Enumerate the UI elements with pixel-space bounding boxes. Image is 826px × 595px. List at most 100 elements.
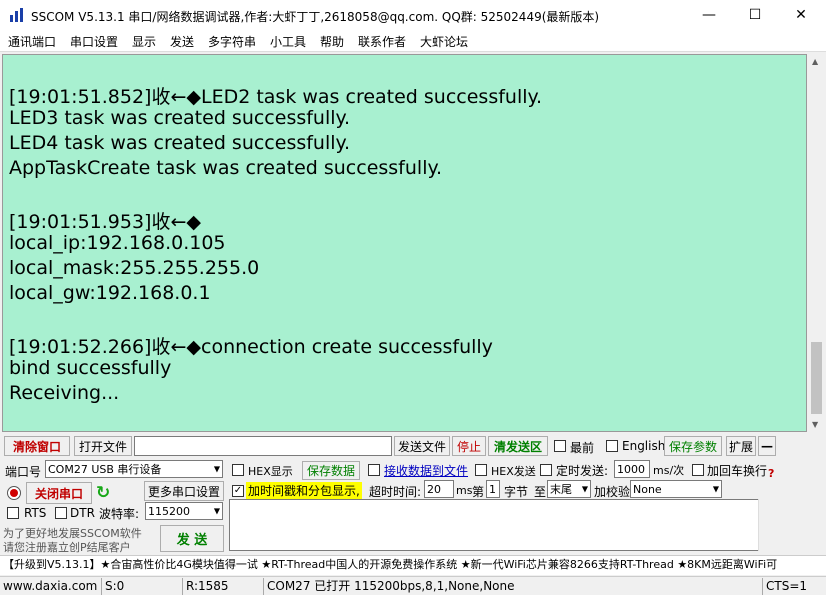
- byte-start-input[interactable]: 1: [486, 480, 500, 498]
- status-bar: www.daxia.com S:0 R:1585 COM27 已打开 11520…: [0, 576, 826, 595]
- scroll-up-icon[interactable]: ▲: [812, 57, 818, 66]
- hex-display-label: HEX显示: [248, 465, 293, 478]
- menu-send[interactable]: 发送: [170, 33, 194, 50]
- send-file-button[interactable]: 发送文件: [394, 436, 450, 456]
- expand-button[interactable]: 扩展: [726, 436, 756, 456]
- english-label: English: [622, 439, 666, 453]
- stop-button[interactable]: 停止: [452, 436, 486, 456]
- checksum-label: 加校验: [594, 485, 631, 499]
- receive-line: LED4 task was created successfully.: [9, 132, 351, 154]
- receive-line: [19:01:51.852]收←◆LED2 task was created s…: [9, 86, 543, 108]
- save-data-button[interactable]: 保存数据: [302, 461, 360, 480]
- send-button[interactable]: 发 送: [160, 525, 224, 552]
- close-button[interactable]: ✕: [778, 0, 824, 30]
- receive-line: local_ip:192.168.0.105: [9, 232, 226, 254]
- menu-tools[interactable]: 小工具: [270, 33, 306, 50]
- byte-end-value: 末尾: [550, 483, 572, 496]
- timeout-input[interactable]: 20: [424, 480, 454, 498]
- status-received-count: R:1585: [182, 578, 262, 595]
- rts-label: RTS: [24, 506, 47, 520]
- port-status-icon: [7, 486, 21, 500]
- scroll-down-icon[interactable]: ▼: [812, 420, 818, 429]
- chevron-down-icon: ▼: [581, 484, 588, 494]
- chevron-down-icon: ▼: [213, 464, 220, 474]
- menu-comm-port[interactable]: 通讯端口: [8, 33, 56, 50]
- timed-send-label: 定时发送:: [556, 464, 609, 478]
- interval-unit-label: ms/次: [653, 464, 685, 477]
- add-crlf-label: 加回车换行: [707, 464, 768, 478]
- receive-line: AppTaskCreate task was created successfu…: [9, 157, 443, 179]
- byte-end-select[interactable]: 末尾 ▼: [547, 480, 591, 498]
- receive-line: LED3 task was created successfully.: [9, 107, 351, 129]
- timestamp-checkbox[interactable]: ✓: [232, 485, 244, 497]
- topmost-label: 最前: [570, 441, 595, 455]
- rts-checkbox[interactable]: [7, 507, 19, 519]
- receive-line: [19:01:51.953]收←◆: [9, 211, 201, 233]
- receive-line: Receiving...: [9, 382, 120, 404]
- recv-to-file-label[interactable]: 接收数据到文件: [384, 462, 468, 479]
- receive-line: local_mask:255.255.255.0: [9, 257, 260, 279]
- recv-to-file-checkbox[interactable]: [368, 464, 380, 476]
- topmost-checkbox[interactable]: [554, 440, 566, 452]
- port-select-value: COM27 USB 串行设备: [48, 463, 162, 476]
- receive-line: [19:01:52.266]收←◆connection create succe…: [9, 336, 493, 358]
- timestamp-label: 加时间戳和分包显示,: [246, 482, 362, 499]
- menu-bar: 通讯端口 串口设置 显示 发送 多字符串 小工具 帮助 联系作者 大虾论坛: [0, 30, 826, 52]
- receive-scrollbar[interactable]: ▲ ▼: [808, 54, 825, 432]
- timed-send-checkbox[interactable]: [540, 464, 552, 476]
- title-bar: SSCOM V5.13.1 串口/网络数据调试器,作者:大虾丁丁,2618058…: [0, 0, 826, 30]
- baud-label: 波特率:: [99, 507, 140, 521]
- checksum-select[interactable]: None ▼: [630, 480, 722, 498]
- menu-contact-author[interactable]: 联系作者: [358, 33, 406, 50]
- scroll-thumb[interactable]: [811, 342, 822, 414]
- more-serial-settings-button[interactable]: 更多串口设置: [144, 481, 224, 501]
- menu-display[interactable]: 显示: [132, 33, 156, 50]
- refresh-icon[interactable]: ↻: [96, 483, 110, 503]
- dtr-label: DTR: [70, 506, 95, 520]
- hex-send-checkbox[interactable]: [475, 464, 487, 476]
- clear-window-button[interactable]: 清除窗口: [4, 436, 70, 456]
- menu-multi-string[interactable]: 多字符串: [208, 33, 256, 50]
- baud-select-value: 115200: [148, 504, 190, 518]
- send-input[interactable]: [229, 499, 774, 551]
- byte-prefix-label: 第: [472, 485, 485, 499]
- port-select[interactable]: COM27 USB 串行设备 ▼: [45, 460, 223, 478]
- receive-area[interactable]: [19:01:51.852]收←◆LED2 task was created s…: [2, 54, 807, 432]
- hex-send-label: HEX发送: [491, 465, 536, 478]
- baud-select[interactable]: 115200 ▼: [145, 502, 223, 520]
- timeout-label: 超时时间:: [369, 485, 422, 499]
- open-file-button[interactable]: 打开文件: [74, 436, 132, 456]
- status-cts: CTS=1: [762, 578, 826, 595]
- file-path-input[interactable]: [134, 436, 392, 456]
- menu-serial-settings[interactable]: 串口设置: [70, 33, 118, 50]
- save-params-button[interactable]: 保存参数: [664, 436, 722, 456]
- timeout-unit-label: ms: [456, 484, 473, 497]
- app-icon: [10, 8, 23, 22]
- dtr-checkbox[interactable]: [55, 507, 67, 519]
- english-checkbox[interactable]: [606, 440, 618, 452]
- clear-send-button[interactable]: 清发送区: [488, 436, 548, 456]
- status-port-info: COM27 已打开 115200bps,8,1,None,None: [263, 578, 761, 595]
- checksum-value: None: [633, 482, 662, 496]
- receive-line: bind successfully: [9, 357, 172, 379]
- chevron-down-icon: ▼: [712, 484, 719, 494]
- send-scrollbar[interactable]: [758, 499, 774, 551]
- interval-input[interactable]: 1000: [614, 460, 650, 478]
- hex-display-checkbox[interactable]: [232, 464, 244, 476]
- add-crlf-checkbox[interactable]: [692, 464, 704, 476]
- byte-label: 字节: [504, 485, 529, 499]
- collapse-button[interactable]: —: [758, 436, 776, 456]
- promo-line-2: 请您注册嘉立创P结尾客户: [3, 541, 131, 554]
- receive-line: local_gw:192.168.0.1: [9, 282, 211, 304]
- minimize-button[interactable]: —: [686, 0, 732, 30]
- menu-forum[interactable]: 大虾论坛: [420, 33, 468, 50]
- chevron-down-icon: ▼: [213, 506, 220, 516]
- port-label: 端口号: [5, 465, 42, 479]
- maximize-button[interactable]: ☐: [732, 0, 778, 30]
- close-port-button[interactable]: 关闭串口: [26, 482, 92, 504]
- help-icon[interactable]: ?: [768, 467, 774, 480]
- menu-help[interactable]: 帮助: [320, 33, 344, 50]
- toolbar: 清除窗口 打开文件 发送文件 停止 清发送区 最前 English 保存参数 扩…: [0, 435, 826, 458]
- news-ticker[interactable]: 【升级到V5.13.1】★合宙高性价比4G模块值得一试 ★RT-Thread中国…: [0, 555, 826, 575]
- status-website[interactable]: www.daxia.com: [0, 578, 100, 595]
